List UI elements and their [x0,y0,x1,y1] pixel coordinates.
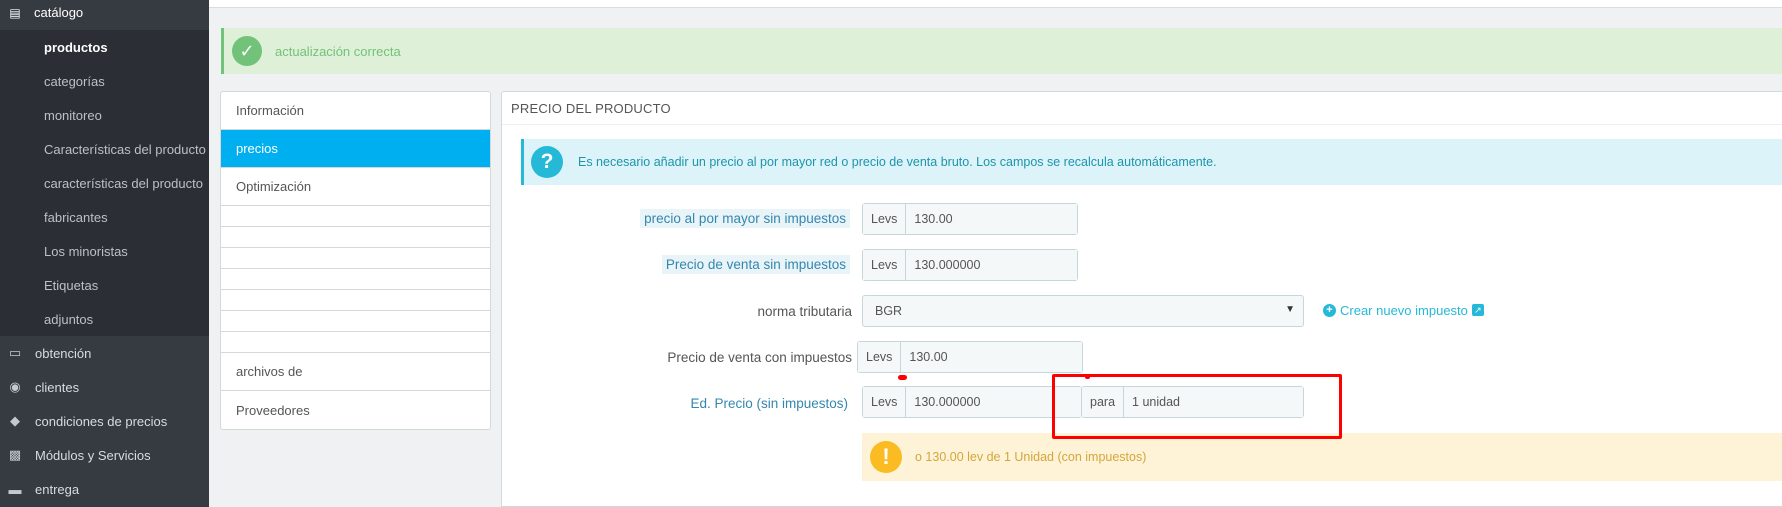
tab-empty[interactable] [221,332,490,353]
check-circle-icon: ✓ [232,36,262,66]
sidebar-item-price-rules[interactable]: ◆ condiciones de precios [0,404,209,438]
panel-title: PRECIO DEL PRODUCTO [502,92,1782,125]
currency-addon: Levs [863,387,907,417]
sidebar-subitem-label: monitoreo [44,107,102,123]
sidebar-subitem-label: categorías [44,73,105,89]
annotation-mark [898,375,907,380]
retail-price-excl-label-text: Precio de venta sin impuestos [661,254,850,274]
tab-empty[interactable] [221,227,490,248]
sidebar-subitem-suppliers[interactable]: Los minoristas [0,234,209,268]
sidebar-item-label: obtención [35,345,92,361]
tax-rule-select[interactable]: BGR ▼ [862,295,1304,327]
retail-price-excl-value[interactable]: 130.000000 [906,250,1077,280]
unit-price-label: Ed. Precio (sin impuestos) [620,392,852,414]
sidebar-subitem-product-attributes[interactable]: características del producto [0,166,209,200]
retail-price-incl-label: Precio de venta con impuestos [620,346,852,368]
currency-addon: Levs [863,204,907,234]
retail-price-incl-input[interactable]: Levs 130.00 [857,341,1083,373]
retail-price-incl-label-text: Precio de venta con impuestos [667,349,852,365]
unit-price-input[interactable]: Levs 130.000000 [862,386,1082,418]
sidebar-item-modules[interactable]: ▩ Módulos y Servicios [0,438,209,472]
sidebar-item-label: clientes [35,379,80,395]
annotation-mark [1085,375,1090,379]
currency-addon: Levs [858,342,902,372]
annotation-highlight-box [1052,374,1342,439]
tax-rule-value: BGR [875,304,903,318]
product-tabs: Información precios Optimización archivo… [220,91,491,430]
book-icon: ▤ [9,5,21,20]
puzzle-icon: ▩ [8,447,22,462]
sidebar-subitem-label: adjuntos [44,311,94,327]
sidebar-item-label: Módulos y Servicios [35,447,151,463]
question-circle-icon: ? [531,146,563,178]
tab-suppliers[interactable]: Proveedores [221,391,490,429]
tab-empty[interactable] [221,290,490,311]
sidebar-subitem-categories[interactable]: categorías [0,64,209,98]
info-alert: ? Es necesario añadir un precio al por m… [521,139,1782,185]
tab-label: Información [236,103,304,118]
sidebar-subitem-product-features[interactable]: Características del producto [0,132,209,166]
wholesale-price-input[interactable]: Levs 130.00 [862,203,1078,235]
sidebar-item-label: catálogo [34,5,84,20]
retail-price-excl-input[interactable]: Levs 130.000000 [862,249,1078,281]
sidebar-item-shipping[interactable]: ▬ entrega [0,472,209,506]
sidebar-subitem-monitoring[interactable]: monitoreo [0,98,209,132]
create-tax-link-text: Crear nuevo impuesto [1340,302,1468,318]
sidebar-subitem-manufacturers[interactable]: fabricantes [0,200,209,234]
tab-empty[interactable] [221,206,490,227]
sidebar-item-catalog[interactable]: ▤ catálogo [0,0,209,25]
tax-rule-label: norma tributaria [620,300,852,322]
tags-icon: ◆ [10,413,20,428]
credit-card-icon: ▭ [8,345,22,360]
tab-empty[interactable] [221,311,490,332]
exclamation-circle-icon: ! [870,441,902,473]
sidebar-item-label: condiciones de precios [35,413,168,429]
sidebar-subitem-label: Características del producto [44,141,206,157]
wholesale-price-label: precio al por mayor sin impuestos [620,207,850,229]
retail-price-excl-label: Precio de venta sin impuestos [620,253,850,275]
tab-prices[interactable]: precios [221,130,490,168]
tab-empty[interactable] [221,269,490,290]
tab-empty[interactable] [221,248,490,269]
tab-label: archivos de [236,364,303,379]
sidebar-item-orders[interactable]: ▭ obtención [0,336,209,370]
sidebar: ▤ catálogo productos categorías monitore… [0,0,209,507]
sidebar-subitem-products[interactable]: productos [0,30,209,64]
success-alert: ✓ actualización correcta [221,28,1782,74]
tax-rule-label-text: norma tributaria [757,303,852,319]
sidebar-item-customers[interactable]: ◉ clientes [0,370,209,404]
warning-alert: ! o 130.00 lev de 1 Unidad (con impuesto… [862,433,1782,481]
warning-alert-text: o 130.00 lev de 1 Unidad (con impuestos) [915,450,1147,464]
tab-attachments[interactable]: archivos de [221,353,490,391]
info-alert-text: Es necesario añadir un precio al por may… [578,155,1217,169]
sidebar-subitem-label: productos [44,39,108,55]
caret-down-icon: ▼ [1285,304,1295,315]
create-tax-link[interactable]: + Crear nuevo impuesto ↗ [1323,300,1484,320]
sidebar-subitem-label: fabricantes [44,209,108,225]
success-alert-text: actualización correcta [275,43,401,59]
sidebar-subitem-label: características del producto [44,175,203,191]
wholesale-price-value[interactable]: 130.00 [906,204,1077,234]
tab-seo[interactable]: Optimización [221,168,490,206]
unit-price-label-text: Ed. Precio (sin impuestos) [690,395,848,411]
external-link-icon: ↗ [1471,304,1484,316]
currency-addon: Levs [863,250,907,280]
plus-circle-icon: + [1323,303,1336,317]
retail-price-incl-value[interactable]: 130.00 [901,342,1082,372]
tab-label: Proveedores [236,402,310,418]
tab-information[interactable]: Información [221,92,490,130]
top-bar [209,0,1782,8]
wholesale-price-label-text: precio al por mayor sin impuestos [640,208,850,228]
sidebar-item-label: entrega [35,481,80,497]
truck-icon: ▬ [8,481,22,497]
sidebar-subitem-tags[interactable]: Etiquetas [0,268,209,302]
users-icon: ◉ [9,379,21,394]
sidebar-subitem-attachments[interactable]: adjuntos [0,302,209,336]
tab-label: Optimización [236,179,312,194]
tab-label: precios [236,141,278,156]
sidebar-subitem-label: Etiquetas [44,277,99,293]
sidebar-subitem-label: Los minoristas [44,243,128,259]
